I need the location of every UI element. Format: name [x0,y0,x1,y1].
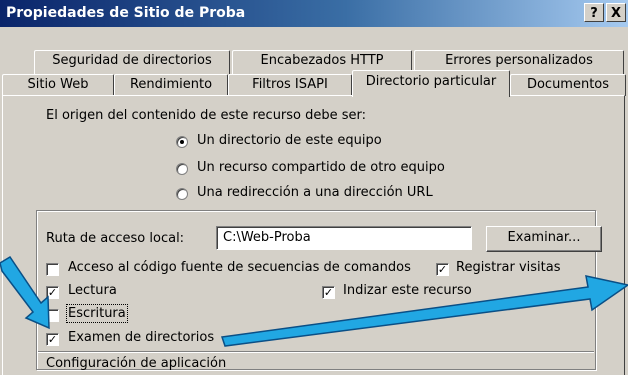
tab-directorio-particular[interactable]: Directorio particular [352,70,510,97]
browse-button[interactable]: Examinar... [486,226,602,252]
checkbox-script-source-label[interactable]: Acceso al código fuente de secuencias de… [68,260,411,275]
local-path-label: Ruta de acceso local: [46,231,185,246]
checkbox-index[interactable]: ✓ [322,286,335,299]
app-config-label: Configuración de aplicación [46,356,227,371]
checkbox-directory-browsing-label[interactable]: Examen de directorios [68,330,214,345]
checkbox-write-label[interactable]: Escritura [66,304,128,323]
radio-local-directory[interactable] [176,136,188,148]
tab-filtros-isapi[interactable]: Filtros ISAPI [228,74,352,96]
checkbox-log-visits[interactable]: ✓ [436,263,449,276]
radio-selected-dot [180,140,184,144]
close-button[interactable]: X [606,3,626,22]
help-button[interactable]: ? [584,3,604,22]
local-path-input[interactable]: C:\Web-Proba [216,226,472,250]
checkbox-directory-browsing[interactable]: ✓ [46,333,59,346]
checkbox-log-visits-label[interactable]: Registrar visitas [456,260,561,275]
checkbox-script-source[interactable] [46,263,59,276]
source-label: El origen del contenido de este recurso … [46,108,367,123]
radio-local-directory-label[interactable]: Un directorio de este equipo [197,133,382,148]
tab-seguridad-directorios[interactable]: Seguridad de directorios [34,50,230,74]
tab-rendimiento[interactable]: Rendimiento [114,74,228,96]
checkbox-read[interactable]: ✓ [46,286,59,299]
window-title: Propiedades de Sitio de Proba [6,5,246,21]
radio-network-share-label[interactable]: Un recurso compartido de otro equipo [197,160,445,175]
radio-url-redirect-label[interactable]: Una redirección a una dirección URL [197,185,433,200]
radio-url-redirect[interactable] [176,188,188,200]
tab-sitio-web[interactable]: Sitio Web [2,74,114,96]
separator-line [38,351,594,353]
checkbox-write[interactable] [46,309,59,322]
tab-documentos[interactable]: Documentos [510,74,626,96]
checkbox-read-label[interactable]: Lectura [68,283,117,298]
checkbox-index-label[interactable]: Indizar este recurso [343,283,472,298]
title-bar: Propiedades de Sitio de Proba ? X [0,0,628,27]
radio-network-share[interactable] [176,163,188,175]
